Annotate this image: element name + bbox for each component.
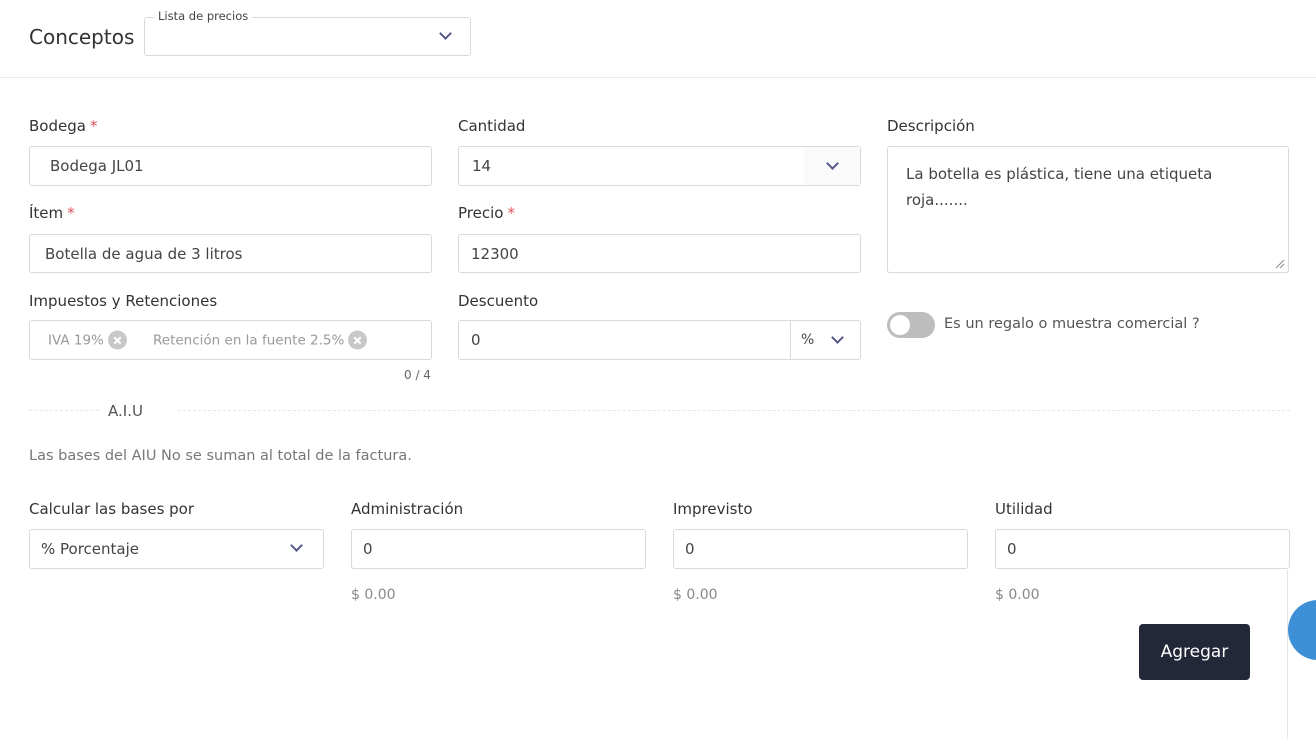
price-list-legend: Lista de precios (154, 9, 253, 23)
tag-retencion-label: Retención en la fuente 2.5% (153, 332, 345, 348)
utilidad-amount: $ 0.00 (995, 587, 1040, 603)
aiu-section-title: A.I.U (108, 402, 143, 420)
impuestos-label: Impuestos y Retenciones (29, 292, 218, 310)
cantidad-input[interactable]: 14 (458, 146, 861, 186)
gift-label: Es un regalo o muestra comercial ? (944, 316, 1200, 332)
tag-retencion: Retención en la fuente 2.5% (153, 330, 368, 350)
impuestos-select[interactable]: IVA 19% Retención en la fuente 2.5% (29, 320, 432, 360)
descripcion-textarea[interactable]: La botella es plástica, tiene una etique… (887, 146, 1289, 273)
imprevisto-amount: $ 0.00 (673, 587, 718, 603)
imprevisto-label: Imprevisto (673, 500, 753, 518)
utilidad-label: Utilidad (995, 500, 1053, 518)
descuento-value: 0 (471, 331, 481, 349)
tag-iva-label: IVA 19% (48, 332, 104, 348)
utilidad-input[interactable]: 0 (995, 529, 1290, 569)
aiu-divider-right (178, 410, 1290, 411)
precio-value: 12300 (471, 244, 519, 263)
floating-help-button[interactable] (1288, 600, 1316, 660)
required-mark: * (67, 204, 75, 222)
page-title: Conceptos (29, 25, 135, 49)
descuento-unit-select[interactable]: % (791, 321, 861, 359)
chevron-down-icon (290, 539, 303, 552)
descuento-unit-value: % (801, 332, 815, 348)
close-circle-icon[interactable] (107, 330, 127, 350)
administracion-input[interactable]: 0 (351, 529, 646, 569)
gift-toggle[interactable] (887, 312, 935, 338)
imprevisto-input[interactable]: 0 (673, 529, 968, 569)
calc-label: Calcular las bases por (29, 500, 195, 518)
required-mark: * (507, 204, 515, 222)
precio-label-text: Precio (458, 204, 504, 222)
cantidad-dropdown-button[interactable] (804, 147, 860, 185)
gift-toggle-knob (890, 315, 910, 335)
descuento-input[interactable]: 0 % (458, 320, 861, 360)
panel-edge-divider (1287, 570, 1288, 739)
item-label: Ítem * (29, 204, 75, 222)
chevron-down-icon (826, 157, 839, 170)
precio-input[interactable]: 12300 (458, 234, 861, 273)
close-circle-icon[interactable] (348, 330, 368, 350)
item-input[interactable]: Botella de agua de 3 litros (29, 234, 432, 273)
chevron-down-icon (831, 331, 844, 344)
required-mark: * (89, 117, 98, 135)
cantidad-label: Cantidad (458, 117, 526, 135)
impuestos-counter: 0 / 4 (404, 368, 431, 382)
descripcion-value: La botella es plástica, tiene una etique… (906, 165, 1213, 209)
item-value: Botella de agua de 3 litros (45, 244, 243, 263)
administracion-value: 0 (363, 540, 373, 558)
precio-label: Precio * (458, 204, 515, 222)
item-label-text: Ítem (29, 204, 64, 222)
calc-value: % Porcentaje (41, 540, 139, 558)
imprevisto-value: 0 (685, 540, 695, 558)
chevron-down-icon (439, 27, 452, 40)
resize-handle-icon[interactable] (1275, 259, 1285, 269)
descuento-label: Descuento (458, 292, 539, 310)
administracion-amount: $ 0.00 (351, 587, 396, 603)
aiu-note: Las bases del AIU No se suman al total d… (29, 448, 412, 464)
bodega-label: Bodega * (29, 117, 97, 135)
bodega-label-text: Bodega (29, 117, 86, 135)
add-button[interactable]: Agregar (1139, 624, 1250, 680)
aiu-divider-left (29, 410, 99, 411)
calc-select[interactable]: % Porcentaje (29, 529, 324, 569)
bodega-input[interactable]: Bodega JL01 (29, 146, 432, 186)
tag-iva: IVA 19% (48, 330, 127, 350)
cantidad-value: 14 (472, 157, 492, 175)
bodega-value: Bodega JL01 (50, 157, 144, 175)
utilidad-value: 0 (1007, 540, 1017, 558)
administracion-label: Administración (351, 500, 464, 518)
descripcion-label: Descripción (887, 117, 975, 135)
